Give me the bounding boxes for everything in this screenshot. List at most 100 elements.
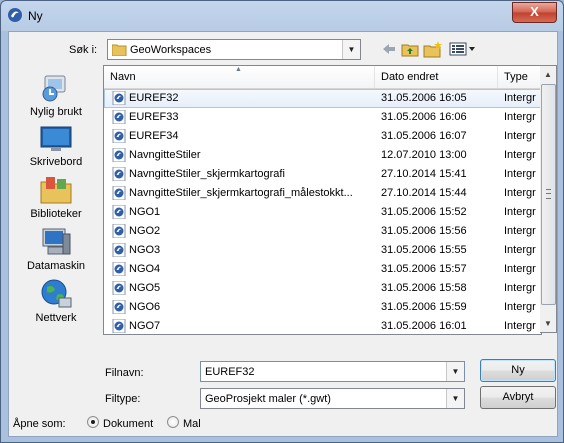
new-folder-icon[interactable]: [423, 40, 443, 58]
ok-button[interactable]: Ny: [480, 359, 556, 382]
look-in-dropdown[interactable]: GeoWorkspaces ▼: [107, 39, 361, 60]
file-date: 12.07.2010 13:00: [381, 149, 467, 161]
look-in-value: GeoWorkspaces: [130, 44, 212, 56]
table-row[interactable]: EUREF33 31.05.2006 16:06 Intergr: [104, 108, 541, 127]
file-name: NGO4: [129, 263, 161, 275]
network-icon: [41, 279, 72, 308]
workspace-file-icon: [112, 167, 126, 181]
file-date: 31.05.2006 15:56: [381, 225, 467, 237]
close-button[interactable]: X: [512, 2, 557, 23]
workspace-file-icon: [112, 319, 126, 333]
file-name: NGO1: [129, 206, 161, 218]
filename-value: EUREF32: [205, 366, 255, 378]
filename-label: Filnavn:: [105, 367, 144, 379]
table-row[interactable]: NavngitteStiler 12.07.2010 13:00 Intergr: [104, 146, 541, 165]
file-type: Intergr: [504, 263, 536, 275]
place-desktop[interactable]: Skrivebord: [14, 124, 98, 168]
place-libraries[interactable]: Biblioteker: [14, 174, 98, 220]
workspace-file-icon: [112, 110, 126, 124]
table-row[interactable]: NGO6 31.05.2006 15:59 Intergr: [104, 298, 541, 317]
grip-icon: [546, 189, 551, 199]
scroll-up-icon[interactable]: ▲: [540, 66, 556, 83]
file-type: Intergr: [504, 282, 536, 294]
workspace-file-icon: [112, 243, 126, 257]
workspace-file-icon: [112, 148, 126, 162]
file-type: Intergr: [504, 149, 536, 161]
workspace-file-icon: [112, 91, 126, 105]
up-folder-icon[interactable]: [401, 40, 419, 58]
file-name: NavngitteStiler_skjermkartografi_målesto…: [129, 187, 353, 199]
chevron-down-icon[interactable]: ▼: [446, 362, 464, 381]
file-type: Intergr: [504, 130, 536, 142]
dialog-body: Søk i: GeoWorkspaces ▼ Nylig brukt Skriv…: [8, 31, 558, 437]
chevron-down-icon[interactable]: ▼: [446, 389, 464, 408]
chevron-down-icon[interactable]: ▼: [342, 40, 360, 59]
radio-document[interactable]: [87, 416, 99, 428]
back-arrow-icon[interactable]: [381, 40, 397, 58]
file-name: NGO3: [129, 244, 161, 256]
filetype-label: Filtype:: [105, 393, 141, 405]
dialog-window: Ny X Søk i: GeoWorkspaces ▼ Nylig brukt …: [0, 0, 564, 443]
workspace-file-icon: [112, 205, 126, 219]
column-header-date[interactable]: Dato endret: [375, 66, 498, 88]
file-date: 31.05.2006 15:55: [381, 244, 467, 256]
place-computer[interactable]: Datamaskin: [14, 226, 98, 272]
radio-template-label[interactable]: Mal: [183, 418, 201, 430]
radio-template[interactable]: [167, 416, 179, 428]
scroll-thumb[interactable]: [541, 84, 556, 305]
table-row[interactable]: NGO1 31.05.2006 15:52 Intergr: [104, 203, 541, 222]
workspace-file-icon: [112, 300, 126, 314]
file-date: 31.05.2006 16:01: [381, 320, 467, 332]
file-name: NGO5: [129, 282, 161, 294]
filename-input[interactable]: EUREF32 ▼: [200, 361, 465, 382]
place-label: Nylig brukt: [30, 106, 82, 118]
title-bar[interactable]: Ny X: [1, 1, 563, 31]
file-name: NavngitteStiler: [129, 149, 201, 161]
file-list[interactable]: ▲ Navn Dato endret Type EUREF32 31.05.200…: [103, 65, 542, 335]
vertical-scrollbar[interactable]: ▲ ▼: [540, 65, 557, 333]
view-menu-icon[interactable]: [449, 40, 477, 58]
workspace-file-icon: [112, 281, 126, 295]
workspace-file-icon: [112, 129, 126, 143]
column-header-type[interactable]: Type: [498, 66, 541, 88]
file-type: Intergr: [504, 320, 536, 332]
table-row[interactable]: NavngitteStiler_skjermkartografi 27.10.20…: [104, 165, 541, 184]
list-header: ▲ Navn Dato endret Type: [104, 66, 541, 89]
table-row[interactable]: NGO7 31.05.2006 16:01 Intergr: [104, 317, 541, 334]
place-label: Skrivebord: [29, 156, 83, 168]
file-type: Intergr: [504, 92, 536, 104]
table-row[interactable]: NGO4 31.05.2006 15:57 Intergr: [104, 260, 541, 279]
workspace-file-icon: [112, 262, 126, 276]
folder-icon: [112, 44, 127, 56]
file-name: NGO2: [129, 225, 161, 237]
file-date: 31.05.2006 15:52: [381, 206, 467, 218]
table-row[interactable]: NGO5 31.05.2006 15:58 Intergr: [104, 279, 541, 298]
cancel-button[interactable]: Avbryt: [480, 386, 556, 409]
file-name: NGO7: [129, 320, 161, 332]
place-label: Biblioteker: [30, 208, 82, 220]
table-row[interactable]: NGO3 31.05.2006 15:55 Intergr: [104, 241, 541, 260]
scroll-down-icon[interactable]: ▼: [540, 315, 556, 332]
file-date: 31.05.2006 15:59: [381, 301, 467, 313]
place-network[interactable]: Nettverk: [14, 278, 98, 324]
filetype-select[interactable]: GeoProsjekt maler (*.gwt) ▼: [200, 388, 465, 409]
radio-document-label[interactable]: Dokument: [103, 418, 153, 430]
recent-places-icon: [42, 75, 66, 102]
app-logo-icon: [8, 8, 22, 22]
file-name: NavngitteStiler_skjermkartografi: [129, 168, 285, 180]
table-row[interactable]: EUREF32 31.05.2006 16:05 Intergr: [104, 89, 541, 108]
desktop-icon: [40, 126, 72, 151]
table-row[interactable]: NGO2 31.05.2006 15:56 Intergr: [104, 222, 541, 241]
table-row[interactable]: NavngitteStiler_skjermkartografi_målesto…: [104, 184, 541, 203]
file-name: NGO6: [129, 301, 161, 313]
file-date: 27.10.2014 15:41: [381, 168, 467, 180]
place-recent[interactable]: Nylig brukt: [14, 72, 98, 118]
file-rows: EUREF32 31.05.2006 16:05 Intergr EUREF33 31.…: [104, 89, 541, 334]
window-title: Ny: [28, 9, 43, 23]
table-row[interactable]: EUREF34 31.05.2006 16:07 Intergr: [104, 127, 541, 146]
file-name: EUREF33: [129, 111, 179, 123]
column-header-name[interactable]: Navn: [104, 66, 375, 88]
place-label: Nettverk: [35, 312, 77, 324]
file-date: 31.05.2006 15:57: [381, 263, 467, 275]
file-name: EUREF34: [129, 130, 179, 142]
